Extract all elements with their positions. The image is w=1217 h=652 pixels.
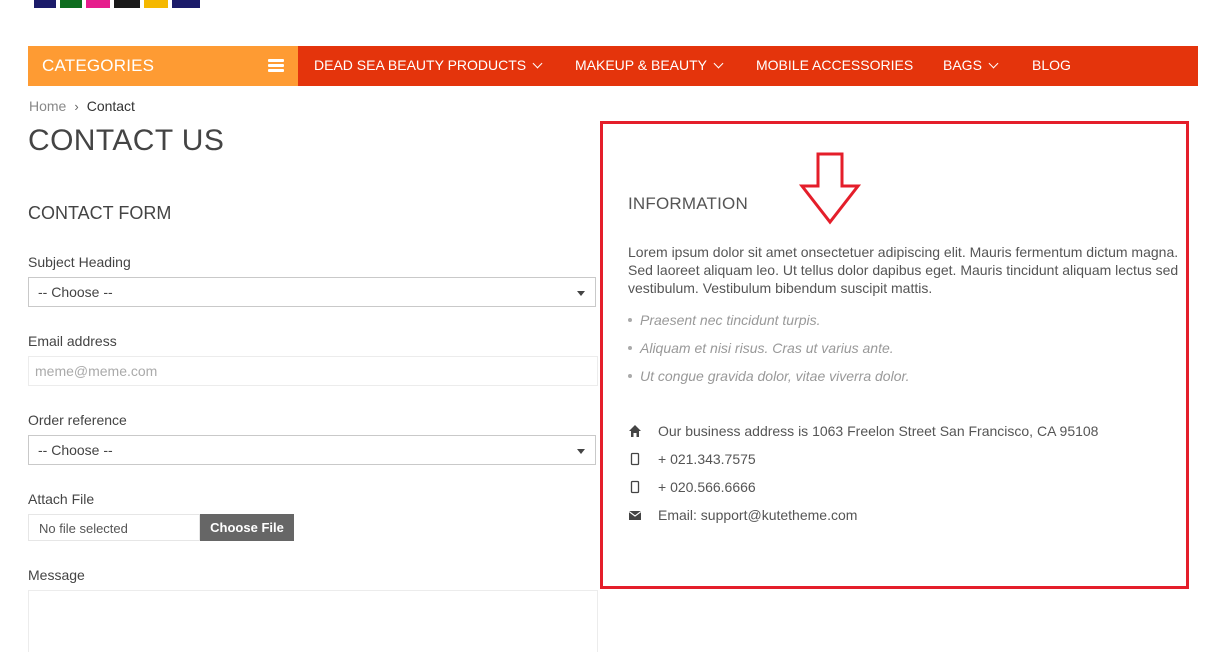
nav-item-label: BAGS <box>943 57 982 73</box>
address-text: Our business address is 1063 Freelon Str… <box>658 423 1099 439</box>
information-panel: INFORMATION Lorem ipsum dolor sit amet o… <box>603 124 1186 586</box>
nav-item-label: DEAD SEA BEAUTY PRODUCTS <box>314 57 527 73</box>
choose-file-button[interactable]: Choose File <box>200 514 294 541</box>
nav-item-label: MAKEUP & BEAUTY <box>575 57 708 73</box>
contact-form-title: CONTACT FORM <box>28 203 172 223</box>
categories-label: CATEGORIES <box>42 56 155 75</box>
envelope-icon <box>628 511 642 520</box>
information-list: Praesent nec tincidunt turpis. Aliquam e… <box>628 312 910 396</box>
list-item: Ut congue gravida dolor, vitae viverra d… <box>628 368 910 396</box>
nav-item-mobile-accessories[interactable]: MOBILE ACCESSORIES <box>756 57 913 73</box>
information-paragraph-line: Lorem ipsum dolor sit amet onsectetuer a… <box>628 244 1179 260</box>
breadcrumb-current: Contact <box>86 98 135 114</box>
breadcrumb: Home › Contact <box>29 98 135 114</box>
file-name-display: No file selected <box>28 514 200 541</box>
chevron-down-icon <box>532 58 543 69</box>
list-item: Praesent nec tincidunt turpis. <box>628 312 910 340</box>
list-item: Aliquam et nisi risus. Cras ut varius an… <box>628 340 910 368</box>
information-paragraph: Lorem ipsum dolor sit amet onsectetuer a… <box>628 243 1186 297</box>
information-paragraph-line: Sed laoreet aliquam leo. Ut tellus dolor… <box>628 262 1179 278</box>
attach-file-label: Attach File <box>28 491 95 507</box>
order-reference-value: -- Choose -- <box>38 442 113 458</box>
subject-heading-value: -- Choose -- <box>38 284 113 300</box>
hamburger-icon[interactable] <box>268 59 284 73</box>
nav-item-bags[interactable]: BAGS <box>943 57 999 73</box>
page-title: CONTACT US <box>28 124 225 157</box>
email-address-label: Email address <box>28 333 117 349</box>
bullet-icon <box>628 346 632 350</box>
dropdown-caret-icon <box>577 449 585 454</box>
down-arrow-icon <box>798 152 862 225</box>
order-reference-select[interactable]: -- Choose -- <box>28 435 596 465</box>
site-logo[interactable] <box>30 0 210 8</box>
bullet-icon <box>628 318 632 322</box>
phone-number: + 020.566.6666 <box>658 479 756 495</box>
subject-heading-select[interactable]: -- Choose -- <box>28 277 596 307</box>
main-nav: CATEGORIES DEAD SEA BEAUTY PRODUCTS MAKE… <box>28 46 1198 86</box>
chevron-down-icon <box>713 58 724 69</box>
information-title: INFORMATION <box>628 194 748 213</box>
dropdown-caret-icon <box>577 291 585 296</box>
information-paragraph-line: vestibulum. Vestibulum bibendum suscipit… <box>628 280 933 296</box>
chevron-down-icon <box>988 58 999 69</box>
message-textarea[interactable] <box>28 590 598 652</box>
nav-item-label: MOBILE ACCESSORIES <box>756 57 914 73</box>
nav-item-label: BLOG <box>1032 57 1071 73</box>
home-icon <box>629 425 641 437</box>
nav-item-makeup[interactable]: MAKEUP & BEAUTY <box>575 57 724 73</box>
file-status-text: No file selected <box>39 521 128 536</box>
mobile-phone-icon <box>630 452 640 466</box>
subject-heading-label: Subject Heading <box>28 254 131 270</box>
message-label: Message <box>28 567 85 583</box>
nav-item-dead-sea[interactable]: DEAD SEA BEAUTY PRODUCTS <box>314 57 543 73</box>
categories-menu[interactable]: CATEGORIES <box>28 46 298 86</box>
breadcrumb-home-link[interactable]: Home <box>29 98 66 114</box>
bullet-icon <box>628 374 632 378</box>
email-field[interactable] <box>28 356 598 386</box>
mobile-phone-icon <box>630 480 640 494</box>
email-text[interactable]: Email: support@kutetheme.com <box>658 507 857 523</box>
order-reference-label: Order reference <box>28 412 127 428</box>
nav-item-blog[interactable]: BLOG <box>1032 57 1071 73</box>
phone-number: + 021.343.7575 <box>658 451 756 467</box>
breadcrumb-separator: › <box>74 99 79 114</box>
